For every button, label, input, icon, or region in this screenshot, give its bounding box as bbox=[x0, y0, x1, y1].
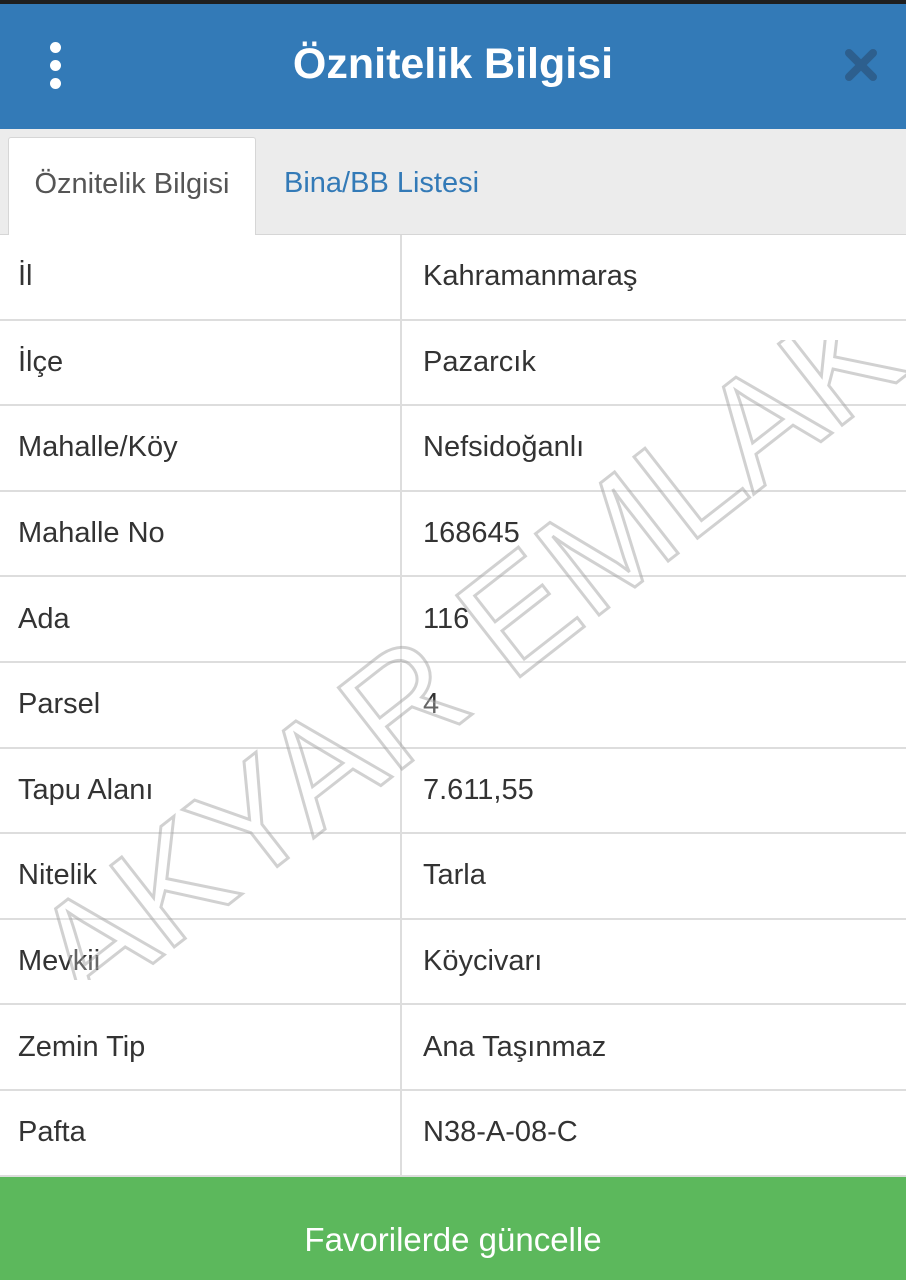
close-icon[interactable] bbox=[836, 40, 886, 90]
row-label: Zemin Tip bbox=[0, 1005, 402, 1089]
table-row: Ada 116 bbox=[0, 577, 906, 663]
row-value: 4 bbox=[423, 688, 440, 721]
row-value: N38-A-08-C bbox=[423, 1116, 578, 1149]
row-value: Pazarcık bbox=[423, 345, 536, 378]
row-value: Nefsidoğanlı bbox=[423, 431, 585, 464]
table-row: Parsel 4 bbox=[0, 662, 906, 749]
tab-building-list[interactable]: Bina/BB Listesi bbox=[262, 137, 501, 235]
table-row: Mahalle No 168645 bbox=[0, 491, 906, 578]
tab-attribute-info[interactable]: Öznitelik Bilgisi bbox=[8, 137, 256, 235]
table-row: Nitelik Tarla bbox=[0, 834, 906, 920]
table-row: Tapu Alanı 7.611,55 bbox=[0, 748, 906, 835]
table-row: Mahalle/Köy Nefsidoğanlı bbox=[0, 406, 906, 492]
row-label: İlçe bbox=[0, 320, 402, 405]
row-label: Mahalle/Köy bbox=[0, 406, 402, 490]
row-value: 168645 bbox=[423, 517, 520, 550]
row-value: Köycivarı bbox=[423, 945, 543, 978]
table-row: İl Kahramanmaraş bbox=[0, 235, 906, 321]
row-value: 7.611,55 bbox=[423, 773, 534, 806]
row-value: 116 bbox=[423, 602, 470, 635]
attribute-table: İl Kahramanmaraş İlçe Pazarcık Mahalle/K… bbox=[0, 235, 906, 1177]
app-header: Öznitelik Bilgisi bbox=[0, 4, 906, 129]
page-title: Öznitelik Bilgisi bbox=[292, 40, 614, 88]
row-label: Tapu Alanı bbox=[0, 748, 402, 833]
row-label: İl bbox=[0, 235, 402, 319]
row-value: Tarla bbox=[423, 859, 486, 892]
table-row: Mevkii Köycivarı bbox=[0, 919, 906, 1006]
tab-bar: Öznitelik Bilgisi Bina/BB Listesi bbox=[0, 129, 906, 235]
row-label: Nitelik bbox=[0, 834, 402, 918]
row-label: Mahalle No bbox=[0, 491, 402, 576]
table-row: Pafta N38-A-08-C bbox=[0, 1090, 906, 1177]
table-row: Zemin Tip Ana Taşınmaz bbox=[0, 1005, 906, 1091]
row-label: Mevkii bbox=[0, 919, 402, 1004]
row-value: Kahramanmaraş bbox=[423, 260, 638, 293]
row-label: Pafta bbox=[0, 1090, 402, 1175]
row-label: Parsel bbox=[0, 662, 402, 747]
row-value: Ana Taşınmaz bbox=[423, 1030, 607, 1063]
update-favorites-button[interactable]: Favorilerde güncelle bbox=[0, 1177, 906, 1280]
table-row: İlçe Pazarcık bbox=[0, 320, 906, 407]
more-vert-icon[interactable] bbox=[28, 36, 82, 94]
row-label: Ada bbox=[0, 577, 402, 661]
